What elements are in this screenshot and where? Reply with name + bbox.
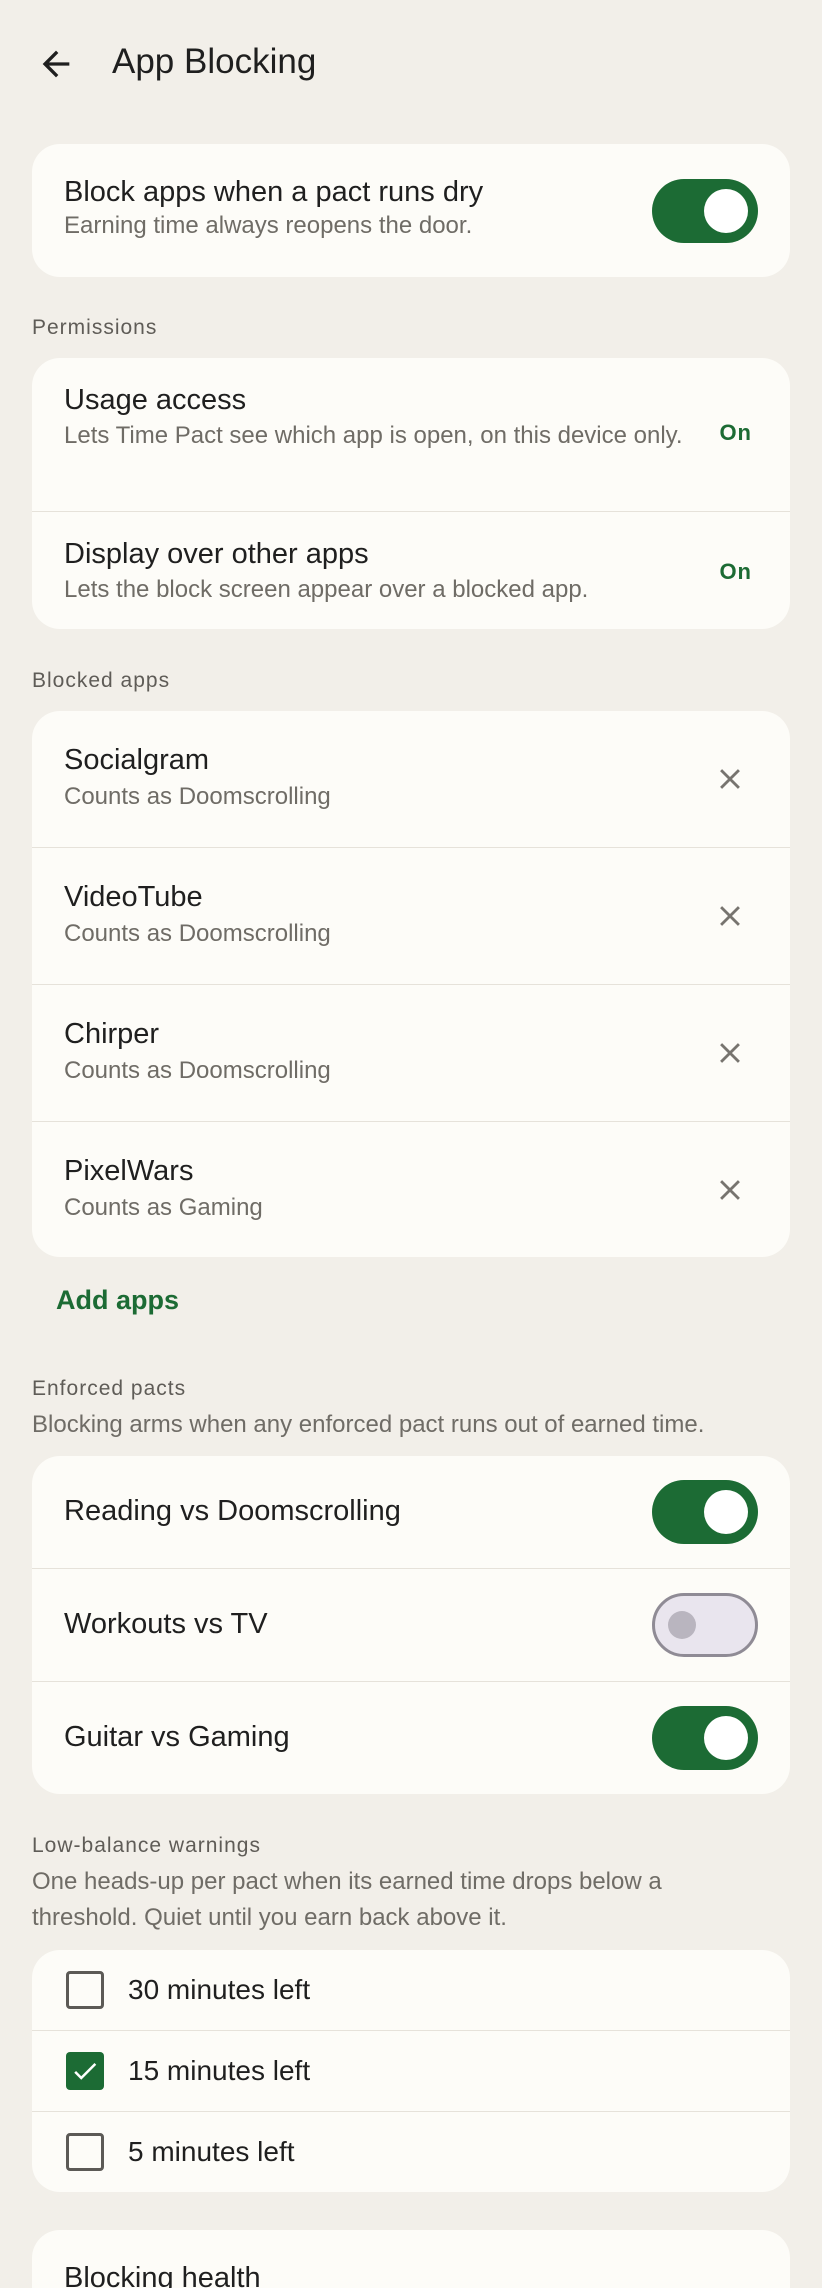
close-icon [720,769,740,789]
master-toggle-subtitle: Earning time always reopens the door. [64,212,473,239]
blocked-app-name: Socialgram [64,744,210,776]
remove-app-button[interactable] [702,1162,758,1218]
close-icon [720,1043,740,1063]
warnings-description: One heads-up per pact when its earned ti… [32,1868,662,1931]
enforced-pacts-card: Reading vs Doomscrolling Workouts vs TV … [32,1456,790,1794]
permission-subtitle: Lets the block screen appear over a bloc… [64,576,589,603]
permission-row-usage-access[interactable]: Usage access Lets Time Pact see which ap… [32,358,790,512]
blocked-app-name: PixelWars [64,1155,194,1187]
permission-status: On [719,559,752,584]
enforced-pacts-description: Blocking arms when any enforced pact run… [32,1411,705,1438]
master-toggle-card: Block apps when a pact runs dry Earning … [32,144,790,277]
warning-checkbox[interactable] [66,2052,104,2090]
warning-option-row[interactable]: 15 minutes left [32,2031,790,2112]
blocked-app-category: Counts as Doomscrolling [64,920,331,947]
blocked-app-category: Counts as Doomscrolling [64,783,331,810]
permission-status: On [719,420,752,445]
switch-knob [668,1611,696,1639]
pact-name: Reading vs Doomscrolling [64,1495,401,1527]
switch-knob [704,1490,748,1534]
permission-subtitle: Lets Time Pact see which app is open, on… [64,422,683,449]
blocked-app-row: Chirper Counts as Doomscrolling [32,985,790,1122]
warning-option-label: 30 minutes left [128,1974,311,2005]
warnings-card: 30 minutes left 15 minutes left 5 minute… [32,1950,790,2192]
permission-row-display-over-apps[interactable]: Display over other apps Lets the block s… [32,512,790,629]
blocked-app-row: Socialgram Counts as Doomscrolling [32,711,790,848]
warnings-section-label: Low-balance warnings [32,1834,261,1857]
warning-option-row[interactable]: 5 minutes left [32,2112,790,2192]
permissions-section-label: Permissions [32,316,158,339]
switch-knob [704,1716,748,1760]
switch-knob [704,189,748,233]
pact-row[interactable]: Reading vs Doomscrolling [32,1456,790,1569]
master-toggle-title: Block apps when a pact runs dry [64,176,484,208]
pact-name: Workouts vs TV [64,1608,268,1640]
warning-checkbox[interactable] [66,2133,104,2171]
app-blocking-screen: App Blocking Block apps when a pact runs… [0,0,822,2288]
blocked-app-category: Counts as Gaming [64,1194,263,1221]
remove-app-button[interactable] [702,1025,758,1081]
remove-app-button[interactable] [702,751,758,807]
blocked-apps-section-label: Blocked apps [32,669,171,692]
enforced-pacts-section-label: Enforced pacts [32,1377,187,1400]
warning-option-row[interactable]: 30 minutes left [32,1950,790,2031]
permission-title: Usage access [64,384,247,416]
blocking-health-title: Blocking health [64,2262,261,2288]
blocked-apps-card: Socialgram Counts as Doomscrolling Video… [32,711,790,1257]
back-button[interactable] [28,36,84,92]
warning-option-label: 5 minutes left [128,2136,295,2167]
add-apps-button[interactable]: Add apps [56,1285,179,1316]
top-app-bar: App Blocking [0,0,822,128]
pact-toggle-switch[interactable] [652,1706,758,1770]
pact-name: Guitar vs Gaming [64,1721,290,1753]
blocked-app-name: Chirper [64,1018,160,1050]
pact-toggle-switch[interactable] [652,1593,758,1657]
blocked-app-row: PixelWars Counts as Gaming [32,1122,790,1257]
remove-app-button[interactable] [702,888,758,944]
pact-toggle-switch[interactable] [652,1480,758,1544]
page-title: App Blocking [112,42,317,81]
warning-checkbox[interactable] [66,1971,104,2009]
close-icon [720,1180,740,1200]
blocked-app-category: Counts as Doomscrolling [64,1057,331,1084]
permissions-card: Usage access Lets Time Pact see which ap… [32,358,790,629]
blocked-app-name: VideoTube [64,881,203,913]
blocking-health-card: Blocking health [32,2230,790,2288]
close-icon [720,906,740,926]
pact-row[interactable]: Workouts vs TV [32,1569,790,1682]
warning-option-label: 15 minutes left [128,2055,311,2086]
arrow-back-icon [42,50,70,78]
check-icon [74,2062,97,2080]
master-toggle-row[interactable]: Block apps when a pact runs dry Earning … [32,144,790,277]
pact-row[interactable]: Guitar vs Gaming [32,1682,790,1794]
master-toggle-switch[interactable] [652,179,758,243]
blocked-app-row: VideoTube Counts as Doomscrolling [32,848,790,985]
permission-title: Display over other apps [64,538,369,570]
